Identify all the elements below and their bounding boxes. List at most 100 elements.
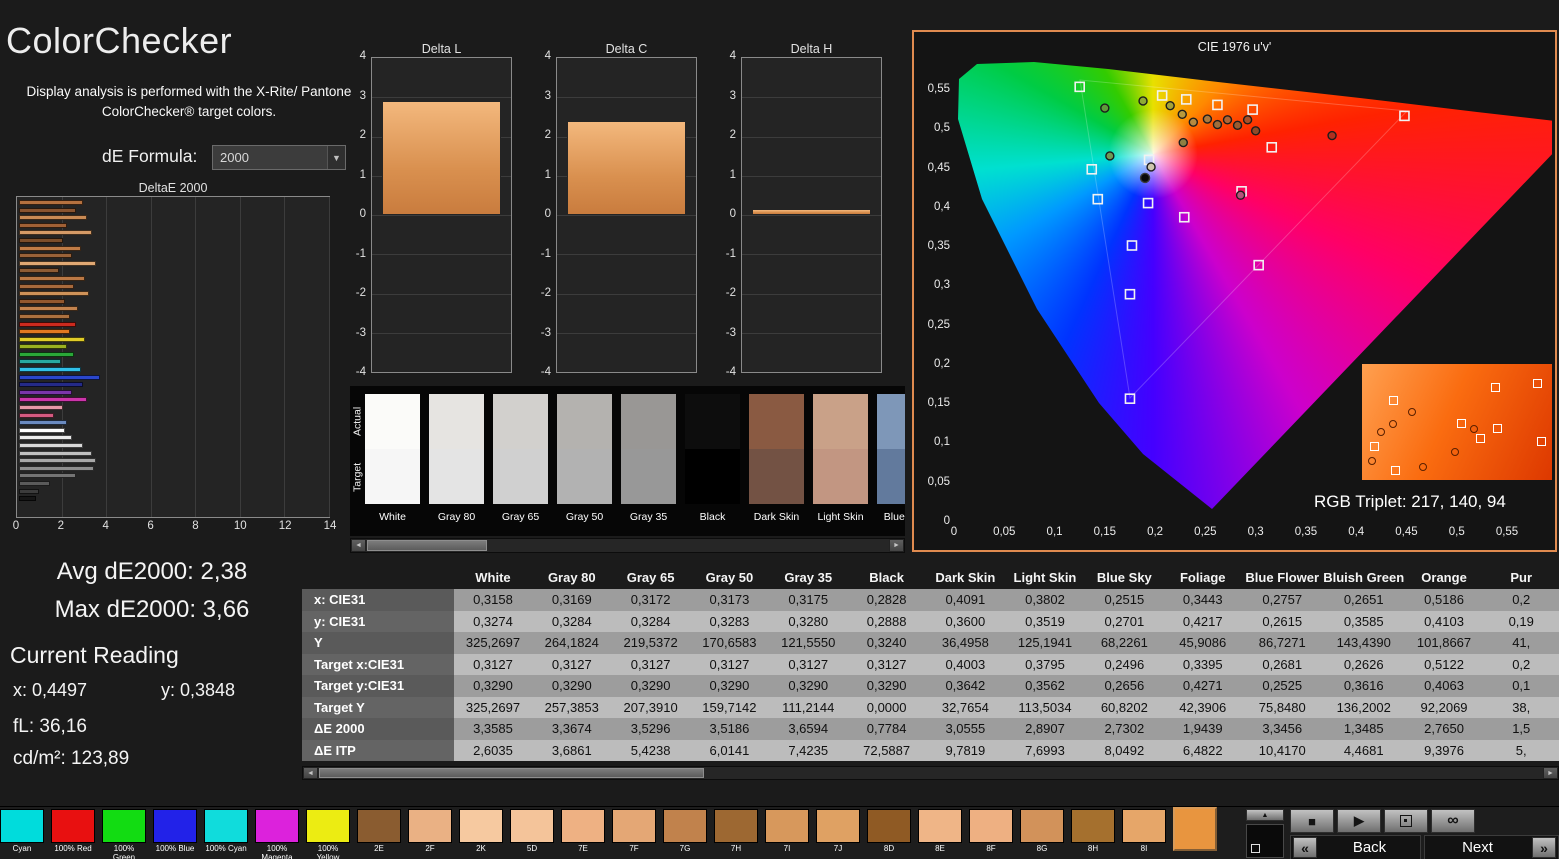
palette-swatch-100-blue[interactable]: 100% Blue (153, 809, 197, 853)
deltae-plot (16, 196, 330, 518)
palette-swatch-8f[interactable]: 8F (969, 809, 1013, 853)
palette-swatch-8d[interactable]: 8D (867, 809, 911, 853)
column-header: Foliage (1163, 566, 1242, 589)
palette-swatch-7j[interactable]: 7J (816, 809, 860, 853)
palette-tile[interactable] (1020, 809, 1064, 843)
deltae-bar (19, 222, 68, 228)
palette-tile[interactable] (765, 809, 809, 843)
loop-button[interactable]: ∞ (1431, 809, 1475, 833)
palette-tile[interactable] (969, 809, 1013, 843)
scrollbar-thumb[interactable] (367, 540, 487, 551)
palette-tile[interactable] (102, 809, 146, 843)
table-cell: 8,0492 (1084, 739, 1164, 761)
table-cell: 1,9439 (1163, 718, 1242, 740)
stop-button[interactable]: ■ (1290, 809, 1334, 833)
palette-swatch-8e[interactable]: 8E (918, 809, 962, 853)
palette-swatch-100-yellow[interactable]: 100% Yellow (306, 809, 350, 859)
gridline (742, 175, 881, 177)
de-formula-select[interactable]: 2000 ▼ (212, 145, 346, 170)
palette-tile[interactable] (306, 809, 350, 843)
palette-tile[interactable] (1122, 809, 1166, 843)
palette-tile[interactable] (510, 809, 554, 843)
palette-tile[interactable] (867, 809, 911, 843)
table-scrollbar[interactable]: ◄ ► (302, 766, 1559, 780)
palette-swatch-100-green[interactable]: 100% Green (102, 809, 146, 859)
palette-swatch-8h[interactable]: 8H (1071, 809, 1115, 853)
target-pattern-button[interactable] (1384, 809, 1428, 833)
table-cell: 0,3795 (1005, 653, 1085, 675)
table-row: y: CIE31 0,3274 0,3284 0,3284 0,3283 0,3280 0,… (302, 610, 1559, 632)
palette-swatch-8g[interactable]: 8G (1020, 809, 1064, 853)
table-cell: 0,5186 (1404, 589, 1484, 611)
palette-swatch-7h[interactable]: 7H (714, 809, 758, 853)
palette-swatch-cyan[interactable]: Cyan (0, 809, 44, 853)
palette-tile[interactable] (663, 809, 707, 843)
palette-tile[interactable] (255, 809, 299, 843)
palette-tile[interactable] (0, 809, 44, 843)
table-cell: 72,5887 (847, 739, 926, 761)
palette-label: 8G (1036, 844, 1048, 853)
scroll-left-icon[interactable]: ◄ (351, 539, 366, 552)
palette-tile[interactable] (204, 809, 248, 843)
palette-tile[interactable] (51, 809, 95, 843)
back-arrow-icon[interactable]: « (1293, 837, 1317, 858)
palette-swatch-7g[interactable]: 7G (663, 809, 707, 853)
scrollbar-thumb[interactable] (319, 768, 704, 778)
deltae-bar (19, 260, 96, 266)
table-cell: 125,1941 (1005, 632, 1085, 654)
palette-swatch-100-cyan[interactable]: 100% Cyan (204, 809, 248, 853)
scroll-right-icon[interactable]: ► (889, 539, 904, 552)
palette-swatch-2f[interactable]: 2F (408, 809, 452, 853)
palette-tile[interactable] (816, 809, 860, 843)
play-button[interactable]: ▶ (1337, 809, 1381, 833)
palette-tile[interactable] (153, 809, 197, 843)
deltae-bar (19, 488, 39, 494)
swatch-label: Black (699, 511, 726, 523)
row-label: ΔE ITP (302, 739, 454, 761)
scrollbar-track[interactable] (318, 767, 1543, 779)
palette-tile[interactable] (918, 809, 962, 843)
palette-tile[interactable] (1071, 809, 1115, 843)
next-button[interactable]: Next » (1424, 835, 1559, 859)
palette-tile[interactable] (357, 809, 401, 843)
palette-swatch-8j[interactable]: 8J (1173, 807, 1217, 851)
palette-tile[interactable] (408, 809, 452, 843)
palette-swatch-7i[interactable]: 7I (765, 809, 809, 853)
play-icon: ▶ (1354, 813, 1364, 828)
chevron-up-icon[interactable]: ▲ (1246, 809, 1284, 821)
tick-label: 0,25 (927, 318, 950, 331)
scrollbar-track[interactable] (366, 539, 889, 552)
deltae-bar (19, 397, 88, 403)
tick-label: 0,1 (1046, 526, 1063, 538)
palette-tile[interactable] (612, 809, 656, 843)
tick-label: 10 (233, 520, 247, 532)
palette-swatch-7e[interactable]: 7E (561, 809, 605, 853)
back-button[interactable]: « Back (1290, 835, 1421, 859)
tick-label: -2 (355, 287, 366, 299)
next-arrow-icon[interactable]: » (1532, 837, 1556, 858)
scroll-left-icon[interactable]: ◄ (303, 767, 318, 779)
palette-tile[interactable] (1173, 807, 1217, 851)
inset-point-target (1390, 466, 1400, 476)
cie-point-target (1124, 288, 1136, 300)
table-cell: 219,5372 (611, 632, 691, 654)
swatch-strip-scrollbar[interactable]: ◄ ► (350, 538, 905, 553)
palette-swatch-2e[interactable]: 2E (357, 809, 401, 853)
table-cell: 0,3280 (768, 610, 848, 632)
tick-label: 4 (359, 50, 366, 62)
pattern-window-button[interactable] (1246, 824, 1284, 858)
palette-tile[interactable] (459, 809, 503, 843)
table-cell: 0,2615 (1241, 610, 1323, 632)
target-swatch (685, 449, 740, 504)
swatch-label: Gray 65 (501, 511, 540, 523)
palette-swatch-7f[interactable]: 7F (612, 809, 656, 853)
scroll-right-icon[interactable]: ► (1543, 767, 1558, 779)
palette-swatch-5d[interactable]: 5D (510, 809, 554, 853)
palette-swatch-100-magenta[interactable]: 100% Magenta (255, 809, 299, 859)
palette-tile[interactable] (714, 809, 758, 843)
palette-swatch-8i[interactable]: 8I (1122, 809, 1166, 853)
palette-tile[interactable] (561, 809, 605, 843)
palette-swatch-100-red[interactable]: 100% Red (51, 809, 95, 853)
table-cell: 0,2681 (1241, 653, 1323, 675)
palette-swatch-2k[interactable]: 2K (459, 809, 503, 853)
